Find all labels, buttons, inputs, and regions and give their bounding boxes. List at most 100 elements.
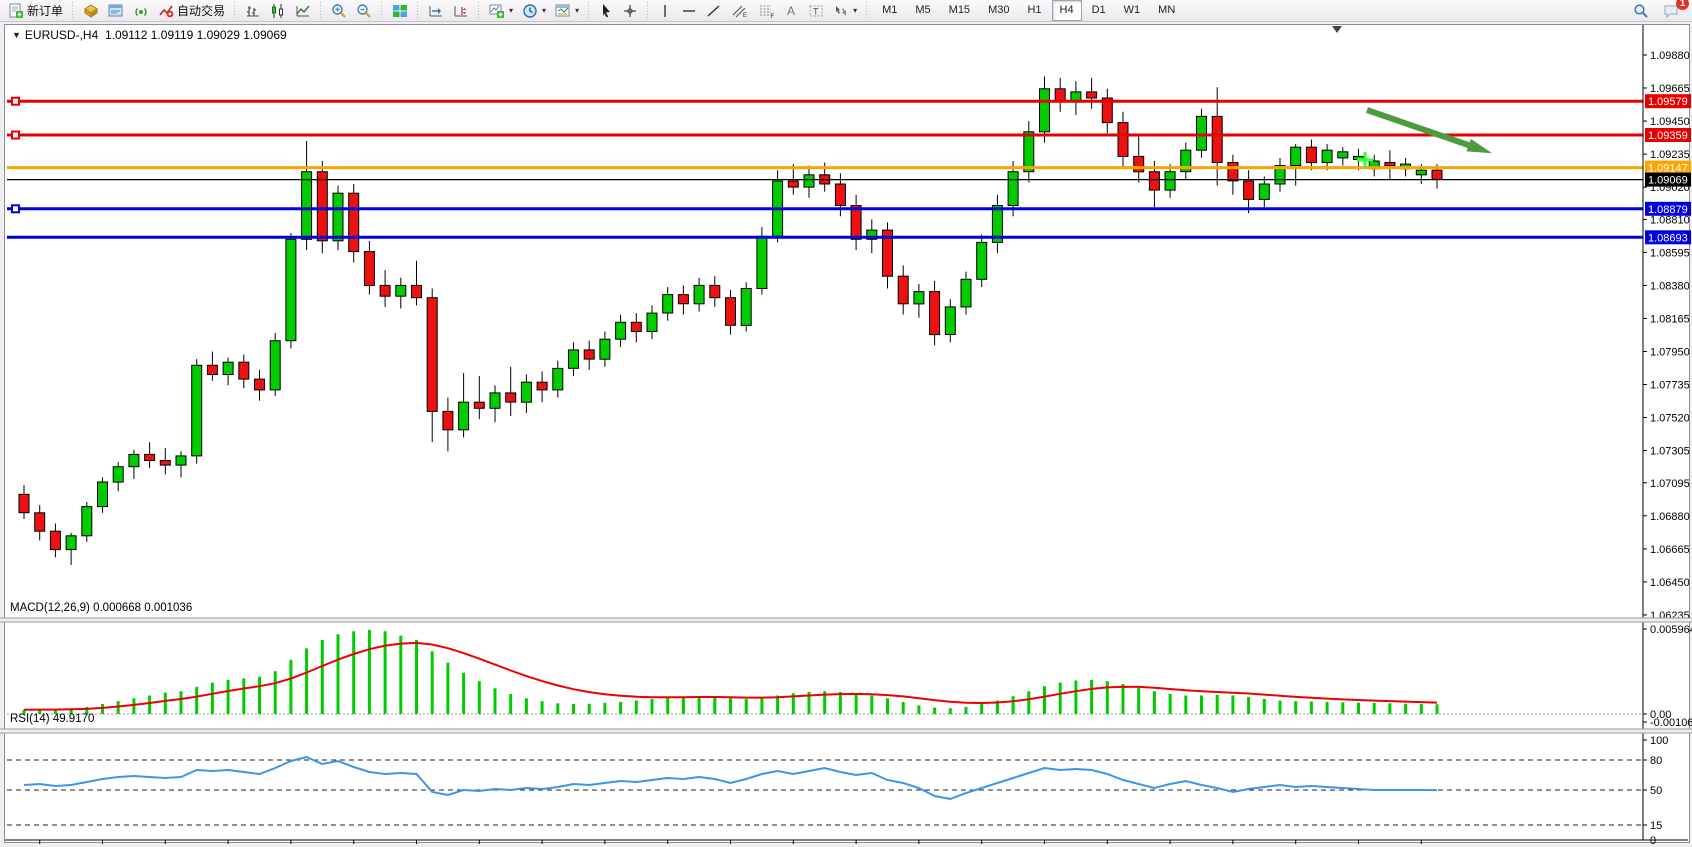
svg-text:1.07735: 1.07735 xyxy=(1650,380,1690,392)
new-order-button[interactable]: 新订单 xyxy=(4,0,67,21)
gold-box-icon xyxy=(83,3,99,19)
horizontal-line-button[interactable] xyxy=(677,0,701,21)
add-indicator-button[interactable]: ▾ xyxy=(485,0,517,21)
templates-button[interactable]: ▾ xyxy=(551,0,583,21)
tile-windows-button[interactable] xyxy=(388,0,412,21)
timeframe-button-H1[interactable]: H1 xyxy=(1019,0,1049,21)
chart-shift-button[interactable] xyxy=(449,0,473,21)
new-order-label: 新订单 xyxy=(27,2,63,19)
svg-text:1.08810: 1.08810 xyxy=(1650,214,1690,226)
search-button[interactable] xyxy=(1629,0,1653,21)
svg-text:80: 80 xyxy=(1650,755,1662,767)
svg-text:1.07095: 1.07095 xyxy=(1650,478,1690,490)
arrows-button[interactable]: ▾ xyxy=(829,0,861,21)
dropdown-arrow-icon: ▾ xyxy=(509,6,513,15)
candlestick-chart-button[interactable] xyxy=(266,0,290,21)
toolbar-separator xyxy=(476,2,482,20)
trendline-icon xyxy=(706,3,722,19)
candlestick-icon xyxy=(270,3,286,19)
zoom-in-button[interactable] xyxy=(327,0,351,21)
zoom-out-button[interactable] xyxy=(352,0,376,21)
crosshair-button[interactable] xyxy=(618,0,642,21)
timeframe-button-W1[interactable]: W1 xyxy=(1116,0,1149,21)
collapse-ohlc-icon[interactable]: ▼ xyxy=(12,30,21,40)
bar-chart-button[interactable] xyxy=(241,0,265,21)
equidistant-channel-button[interactable]: E xyxy=(727,0,753,21)
text-label-button[interactable]: T xyxy=(804,0,828,21)
svg-text:1.09069: 1.09069 xyxy=(1648,175,1688,187)
timeframe-button-M30[interactable]: M30 xyxy=(980,0,1017,21)
toolbar-separator xyxy=(586,2,592,20)
chart-symbol-period: EURUSD-,H4 xyxy=(25,28,98,42)
svg-text:0.005964: 0.005964 xyxy=(1650,624,1692,636)
arrow-objects-icon xyxy=(833,3,849,19)
trendline-button[interactable] xyxy=(702,0,726,21)
chart-window: 1.098801.096651.094501.092351.090201.088… xyxy=(0,22,1692,847)
bid-price-badge: 1.09069 xyxy=(1645,173,1691,187)
svg-text:0: 0 xyxy=(1650,835,1656,847)
toolbar-separator xyxy=(232,2,238,20)
strategy-tester-button[interactable] xyxy=(129,0,153,21)
text-icon: A xyxy=(785,3,799,19)
fibonacci-icon: F xyxy=(758,3,776,19)
svg-text:T: T xyxy=(813,6,819,16)
toolbar-separator xyxy=(70,2,76,20)
zoom-out-icon xyxy=(356,3,372,19)
price-chart-canvas[interactable]: 1.098801.096651.094501.092351.090201.088… xyxy=(0,22,1692,847)
zoom-in-icon xyxy=(331,3,347,19)
price-badge-1.09359: 1.09359 xyxy=(1645,128,1691,142)
toolbar-separator xyxy=(318,2,324,20)
line-chart-button[interactable] xyxy=(291,0,315,21)
chart-background xyxy=(5,25,1688,840)
auto-scroll-button[interactable] xyxy=(424,0,448,21)
cursor-button[interactable] xyxy=(595,0,617,21)
signal-icon xyxy=(133,3,149,19)
svg-text:1.09359: 1.09359 xyxy=(1648,130,1688,142)
price-badge-1.08879: 1.08879 xyxy=(1645,202,1691,216)
chart-ohlc-values: 1.09112 1.09119 1.09029 1.09069 xyxy=(105,28,287,42)
svg-text:1.06880: 1.06880 xyxy=(1650,511,1690,523)
text-button[interactable]: A xyxy=(781,0,803,21)
hline-anchor-marker[interactable] xyxy=(12,98,19,105)
svg-text:-0.001069: -0.001069 xyxy=(1650,717,1692,729)
vertical-line-button[interactable] xyxy=(654,0,676,21)
timeframe-button-H4[interactable]: H4 xyxy=(1052,0,1082,21)
notifications-button[interactable]: 1 xyxy=(1659,0,1684,21)
terminal-window-button[interactable] xyxy=(104,0,128,21)
svg-text:1.08595: 1.08595 xyxy=(1650,247,1690,259)
dropdown-arrow-icon: ▾ xyxy=(575,6,579,15)
auto-trading-button[interactable]: 自动交易 xyxy=(154,0,229,21)
tile-windows-icon xyxy=(392,3,408,19)
line-chart-icon xyxy=(295,3,311,19)
timeframe-button-MN[interactable]: MN xyxy=(1150,0,1183,21)
svg-text:1.09579: 1.09579 xyxy=(1648,96,1688,108)
channel-icon: E xyxy=(731,3,749,19)
auto-scroll-icon xyxy=(428,3,444,19)
toolbar-separator xyxy=(415,2,421,20)
new-order-icon xyxy=(8,3,24,19)
timeframe-button-M15[interactable]: M15 xyxy=(941,0,978,21)
svg-text:1.06450: 1.06450 xyxy=(1650,577,1690,589)
hline-anchor-marker[interactable] xyxy=(12,132,19,139)
svg-text:1.09235: 1.09235 xyxy=(1650,149,1690,161)
svg-text:1.07520: 1.07520 xyxy=(1650,413,1690,425)
fibonacci-button[interactable]: F xyxy=(754,0,780,21)
panel-splitter[interactable] xyxy=(0,729,1692,733)
terminal-window: 新订单 xyxy=(0,0,1692,847)
add-indicator-icon xyxy=(489,3,505,19)
svg-text:1.06665: 1.06665 xyxy=(1650,544,1690,556)
toolbar-separator xyxy=(645,2,651,20)
toolbar-separator xyxy=(379,2,385,20)
timeframe-button-M1[interactable]: M1 xyxy=(874,0,905,21)
timeframe-button-D1[interactable]: D1 xyxy=(1084,0,1114,21)
svg-text:1.09450: 1.09450 xyxy=(1650,116,1690,128)
svg-text:A: A xyxy=(787,4,795,18)
market-watch-button[interactable] xyxy=(79,0,103,21)
periods-button[interactable]: ▾ xyxy=(518,0,550,21)
hline-anchor-marker[interactable] xyxy=(12,205,19,212)
panel-splitter[interactable] xyxy=(0,618,1692,622)
timeframe-toolbar: M1M5M15M30H1H4D1W1MN xyxy=(873,0,1184,21)
timeframe-button-M5[interactable]: M5 xyxy=(907,0,938,21)
svg-text:1.09880: 1.09880 xyxy=(1650,50,1690,62)
main-toolbar: 新订单 xyxy=(0,0,1692,22)
